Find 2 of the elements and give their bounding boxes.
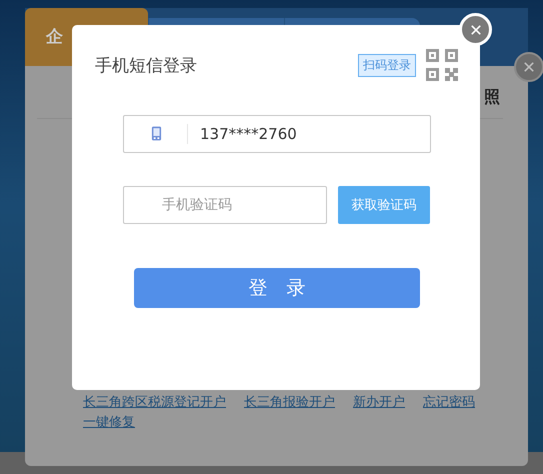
dialog-title: 手机短信登录: [95, 54, 198, 76]
column-heading: 照: [484, 87, 500, 108]
